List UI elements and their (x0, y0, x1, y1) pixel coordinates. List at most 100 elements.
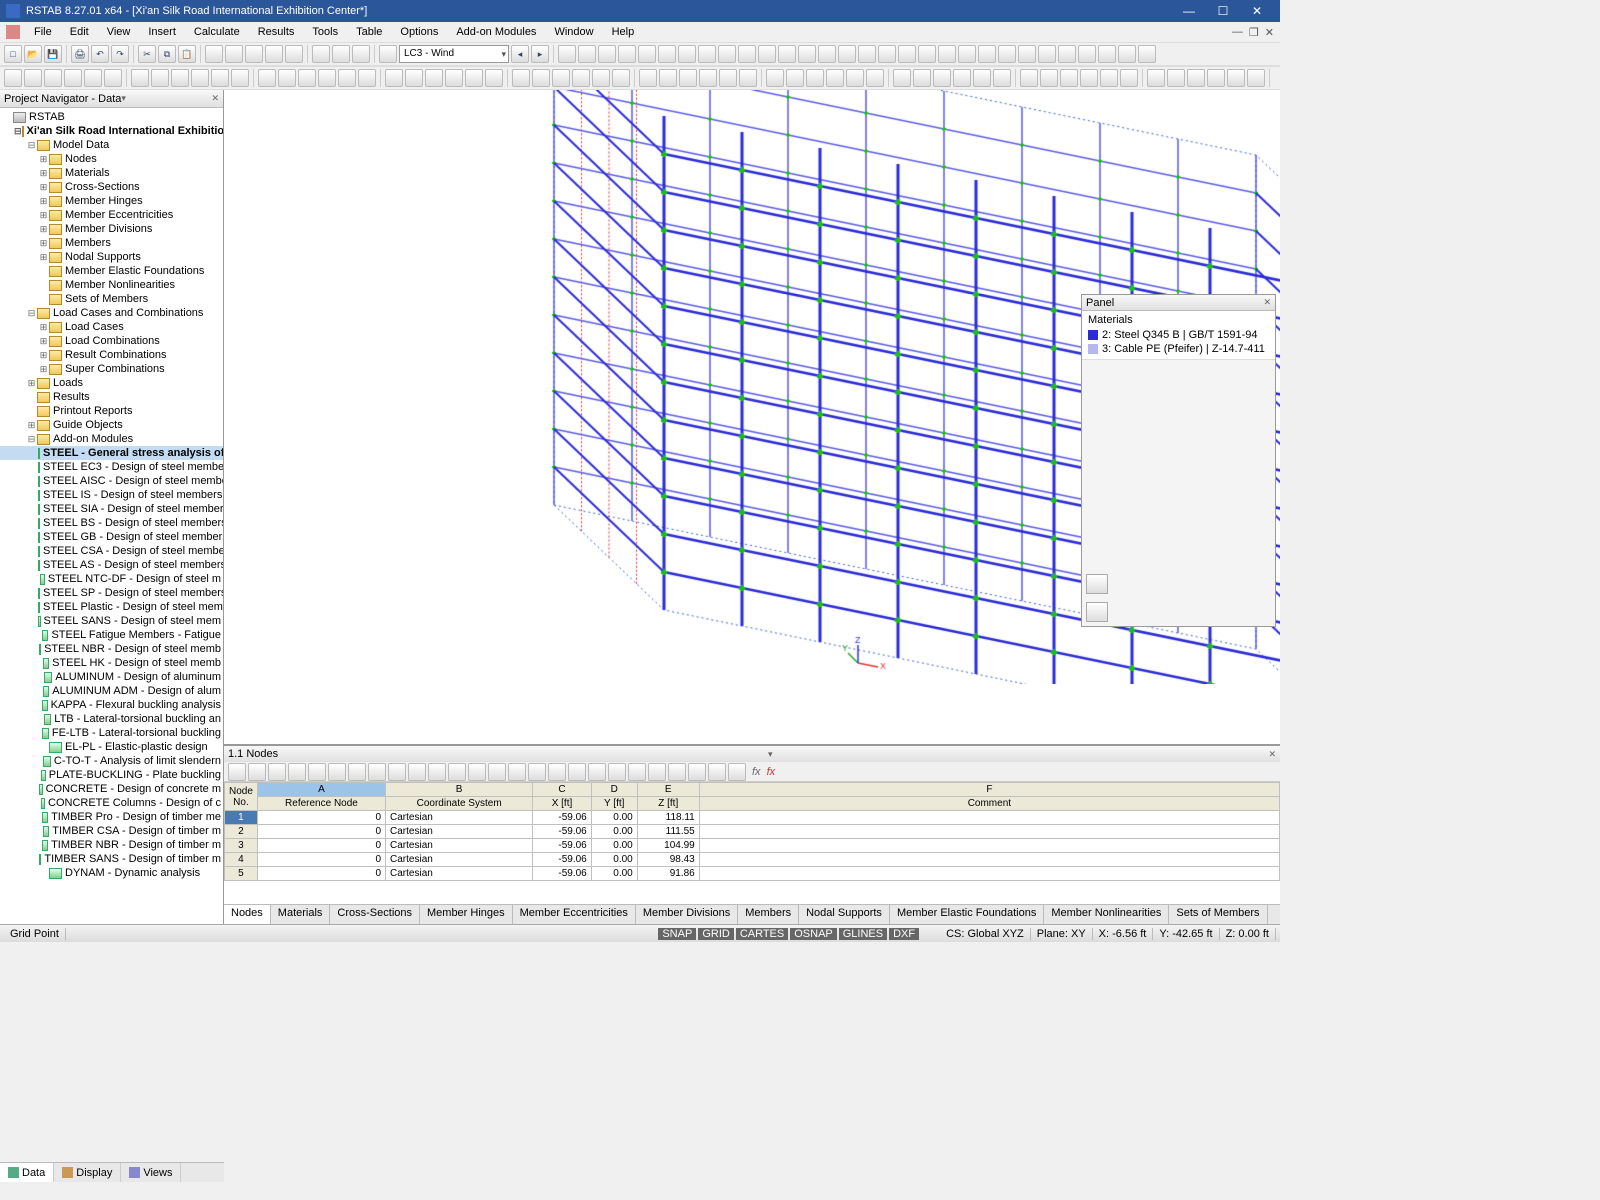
tb2-6[interactable] (131, 69, 149, 87)
tb2-38[interactable] (806, 69, 824, 87)
tree-item[interactable]: ⊟Add-on Modules (0, 432, 223, 446)
navigator-tree[interactable]: RSTAB⊟Xi'an Silk Road International Exhi… (0, 108, 223, 924)
ttb-13[interactable] (488, 763, 506, 781)
snap-toggle[interactable]: SNAP (658, 928, 696, 940)
tb2-27[interactable] (572, 69, 590, 87)
tb2-41[interactable] (866, 69, 884, 87)
tb2-10[interactable] (211, 69, 229, 87)
tb2-43[interactable] (913, 69, 931, 87)
tb1-17[interactable] (898, 45, 916, 63)
tb1-2[interactable] (598, 45, 616, 63)
tree-item[interactable]: STEEL SIA - Design of steel members (0, 502, 223, 516)
tb-c[interactable] (245, 45, 263, 63)
tree-item[interactable]: ⊞Loads (0, 376, 223, 390)
loadcase-combo[interactable]: LC3 - Wind (399, 45, 509, 63)
tb2-12[interactable] (258, 69, 276, 87)
table-row[interactable]: 10Cartesian-59.060.00118.11 (225, 811, 1280, 825)
tb2-0[interactable] (4, 69, 22, 87)
col-D[interactable]: D (591, 783, 637, 797)
table-tab[interactable]: Nodal Supports (799, 905, 890, 924)
lc-next-icon[interactable]: ▸ (531, 45, 549, 63)
tb2-22[interactable] (465, 69, 483, 87)
tb2-47[interactable] (993, 69, 1011, 87)
maximize-button[interactable]: ☐ (1206, 4, 1240, 18)
menu-insert[interactable]: Insert (140, 24, 184, 40)
tb2-37[interactable] (786, 69, 804, 87)
tb1-11[interactable] (778, 45, 796, 63)
tb2-32[interactable] (679, 69, 697, 87)
tree-item[interactable]: LTB - Lateral-torsional buckling an (0, 712, 223, 726)
tb1-12[interactable] (798, 45, 816, 63)
nodes-table[interactable]: Node No. A B C D E F Reference Node Coor… (224, 782, 1280, 881)
tb2-35[interactable] (739, 69, 757, 87)
ttb-10[interactable] (428, 763, 446, 781)
print-icon[interactable]: 🖨 (71, 45, 89, 63)
material-item[interactable]: 2: Steel Q345 B | GB/T 1591-94 (1088, 328, 1269, 342)
tb2-5[interactable] (104, 69, 122, 87)
tree-item[interactable]: FE-LTB - Lateral-torsional buckling (0, 726, 223, 740)
tb2-50[interactable] (1060, 69, 1078, 87)
tb1-6[interactable] (678, 45, 696, 63)
table-tab[interactable]: Members (738, 905, 799, 924)
ttb-0[interactable] (228, 763, 246, 781)
tb2-8[interactable] (171, 69, 189, 87)
col-F[interactable]: F (699, 783, 1279, 797)
tree-item[interactable]: ⊞Load Cases (0, 320, 223, 334)
tb2-40[interactable] (846, 69, 864, 87)
tree-item[interactable]: EL-PL - Elastic-plastic design (0, 740, 223, 754)
menu-edit[interactable]: Edit (62, 24, 97, 40)
tb2-36[interactable] (766, 69, 784, 87)
tree-item[interactable]: ⊞Member Eccentricities (0, 208, 223, 222)
tree-item[interactable]: TIMBER SANS - Design of timber m (0, 852, 223, 866)
paste-icon[interactable]: 📋 (178, 45, 196, 63)
tb2-58[interactable] (1227, 69, 1245, 87)
navtab-display[interactable]: Display (54, 1163, 121, 1182)
ttb-8[interactable] (388, 763, 406, 781)
tree-item[interactable]: STEEL BS - Design of steel members (0, 516, 223, 530)
tb1-8[interactable] (718, 45, 736, 63)
panel-btn-2[interactable] (1086, 602, 1108, 622)
tree-item[interactable]: ⊞Materials (0, 166, 223, 180)
glines-toggle[interactable]: GLINES (839, 928, 887, 940)
tb2-25[interactable] (532, 69, 550, 87)
tree-item[interactable]: CONCRETE Columns - Design of c (0, 796, 223, 810)
tb2-52[interactable] (1100, 69, 1118, 87)
tb2-14[interactable] (298, 69, 316, 87)
app-menu-icon[interactable] (6, 25, 20, 39)
tb1-27[interactable] (1098, 45, 1116, 63)
table-row[interactable]: 40Cartesian-59.060.0098.43 (225, 853, 1280, 867)
tb2-34[interactable] (719, 69, 737, 87)
hdr-z[interactable]: Z [ft] (637, 797, 699, 811)
tb1-28[interactable] (1118, 45, 1136, 63)
navtab-data[interactable]: Data (0, 1163, 54, 1182)
tb1-14[interactable] (838, 45, 856, 63)
table-tab[interactable]: Nodes (224, 905, 271, 924)
tree-item[interactable]: ⊟Model Data (0, 138, 223, 152)
tb1-22[interactable] (998, 45, 1016, 63)
tree-item[interactable]: CONCRETE - Design of concrete m (0, 782, 223, 796)
tree-item[interactable]: Member Elastic Foundations (0, 264, 223, 278)
tree-item[interactable]: PLATE-BUCKLING - Plate buckling (0, 768, 223, 782)
tree-item[interactable]: ⊞Cross-Sections (0, 180, 223, 194)
menu-calculate[interactable]: Calculate (186, 24, 248, 40)
tb2-20[interactable] (425, 69, 443, 87)
tb-a[interactable] (205, 45, 223, 63)
ttb-25[interactable] (728, 763, 746, 781)
tb2-1[interactable] (24, 69, 42, 87)
table-tab[interactable]: Materials (271, 905, 331, 924)
tb2-19[interactable] (405, 69, 423, 87)
ttb-24[interactable] (708, 763, 726, 781)
tree-item[interactable]: ⊞Member Divisions (0, 222, 223, 236)
lc-prev-icon[interactable]: ◂ (511, 45, 529, 63)
tb1-25[interactable] (1058, 45, 1076, 63)
tb-b[interactable] (225, 45, 243, 63)
tb2-26[interactable] (552, 69, 570, 87)
tree-item[interactable]: TIMBER CSA - Design of timber m (0, 824, 223, 838)
tree-item[interactable]: STEEL IS - Design of steel members (0, 488, 223, 502)
table-tab[interactable]: Member Elastic Foundations (890, 905, 1044, 924)
ttb-21[interactable] (648, 763, 666, 781)
table-tab[interactable]: Member Nonlinearities (1044, 905, 1169, 924)
tb2-9[interactable] (191, 69, 209, 87)
menu-tools[interactable]: Tools (304, 24, 346, 40)
tb1-15[interactable] (858, 45, 876, 63)
